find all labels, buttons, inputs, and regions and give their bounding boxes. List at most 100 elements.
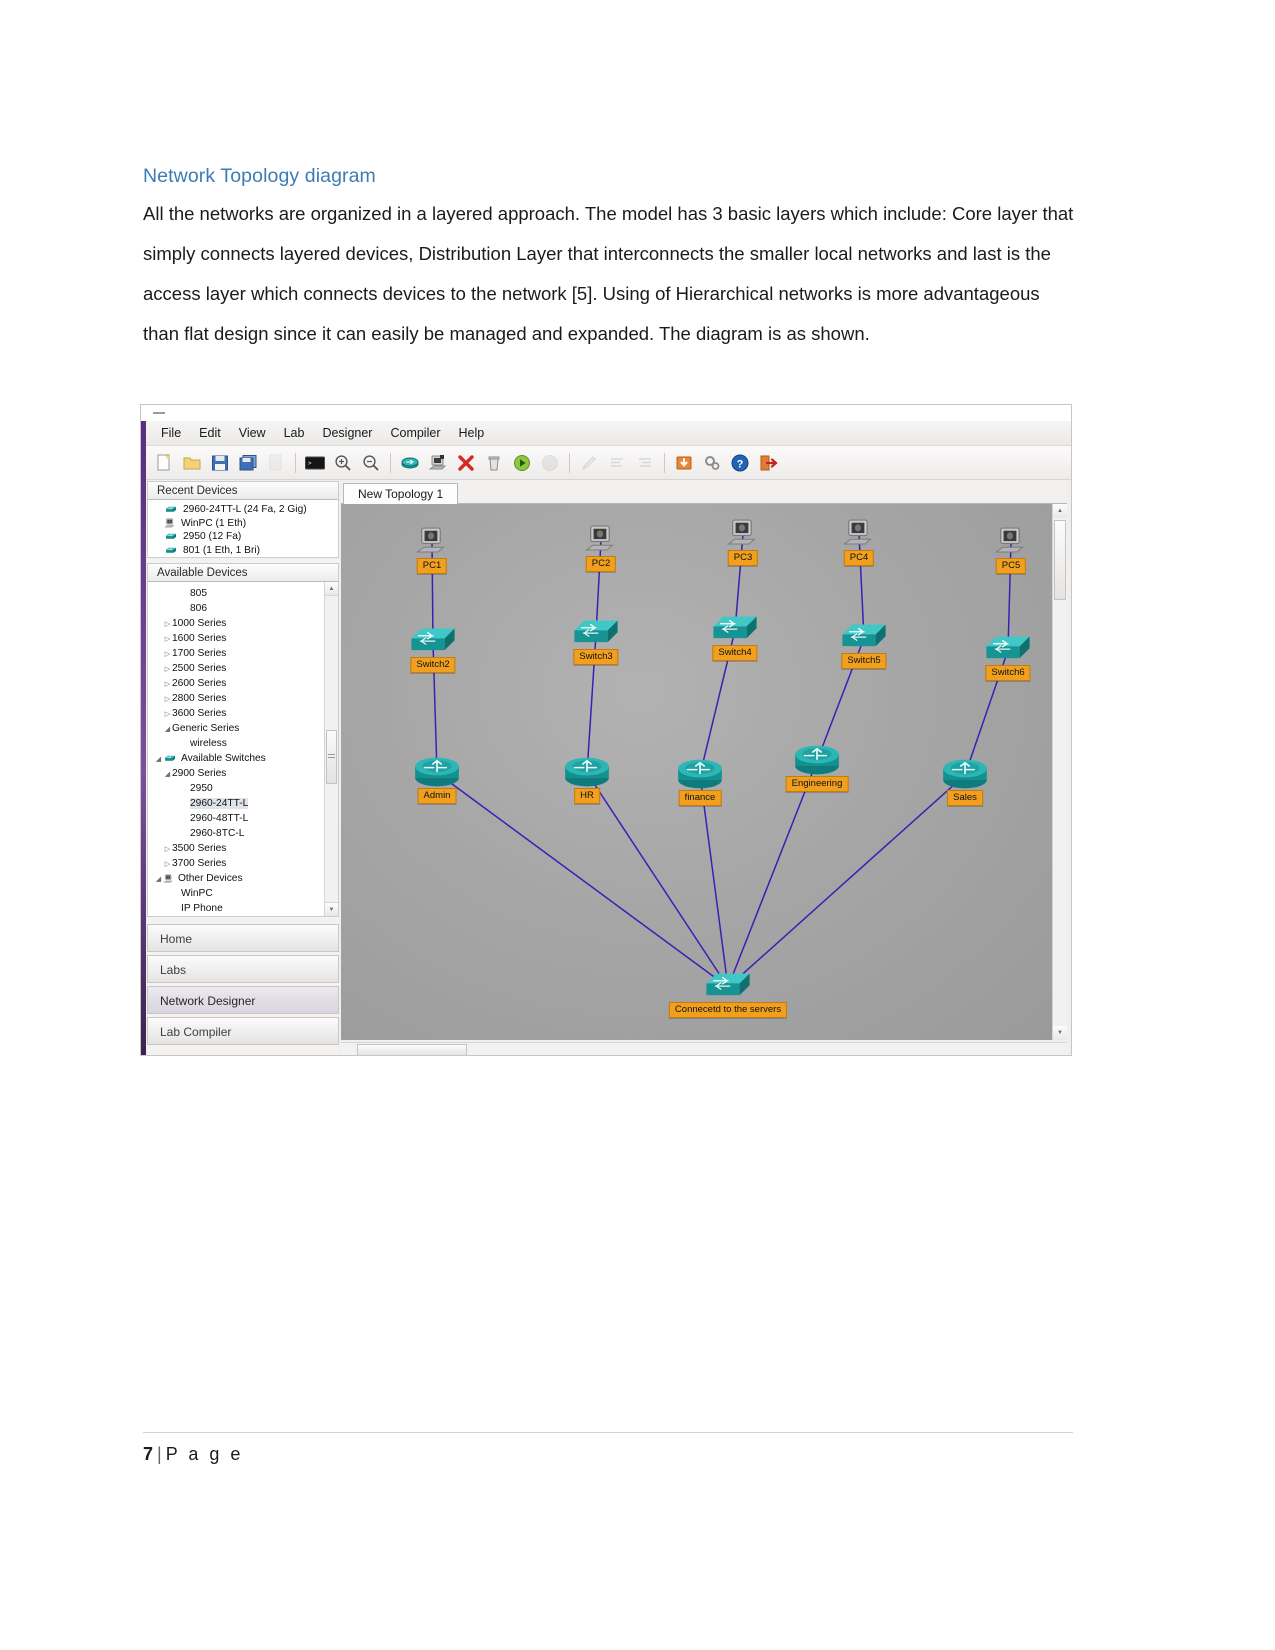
tab-new-topology-1[interactable]: New Topology 1 <box>343 483 459 505</box>
chevron-right-icon[interactable]: ▷ <box>163 680 172 688</box>
tree-item-winpc[interactable]: WinPC <box>148 886 338 901</box>
topology-node-label[interactable]: Switch5 <box>841 653 887 669</box>
chevron-right-icon[interactable]: ▷ <box>163 665 172 673</box>
tree-item-3600-series[interactable]: ▷ 3600 Series <box>148 706 338 721</box>
tree-item-2960-24tt-l[interactable]: 2960-24TT-L <box>148 796 338 811</box>
canvas-scroll-down-icon[interactable]: ▼ <box>1053 1026 1067 1040</box>
canvas-scrollbar-thumb[interactable] <box>1054 520 1066 600</box>
topology-node-label[interactable]: Switch3 <box>573 649 619 665</box>
tree-item-other-devices[interactable]: ◢ Other Devices <box>148 871 338 886</box>
recent-devices-list[interactable]: 2960-24TT-L (24 Fa, 2 Gig) WinPC (1 Eth) 2… <box>147 500 339 558</box>
topology-node-label[interactable]: PC1 <box>416 558 448 574</box>
available-devices-tree[interactable]: 805 806 ▷ 1000 Series ▷ 1600 Series ▷ 1700 Ser… <box>147 582 339 917</box>
delete-icon[interactable] <box>453 450 479 476</box>
topology-node-label[interactable]: Switch4 <box>712 645 758 661</box>
add-router-icon[interactable] <box>397 450 423 476</box>
tree-item-1600-series[interactable]: ▷ 1600 Series <box>148 631 338 646</box>
topology-node-label[interactable]: PC2 <box>585 556 617 572</box>
save-icon[interactable] <box>207 450 233 476</box>
tree-item-2600-series[interactable]: ▷ 2600 Series <box>148 676 338 691</box>
tree-item-2960-48tt-l[interactable]: 2960-48TT-L <box>148 811 338 826</box>
canvas-vertical-scrollbar[interactable]: ▲ ▼ <box>1052 504 1067 1040</box>
tree-item-2960-8tc-l[interactable]: 2960-8TC-L <box>148 826 338 841</box>
chevron-right-icon[interactable]: ▷ <box>163 620 172 628</box>
menu-item-help[interactable]: Help <box>449 424 493 442</box>
chevron-right-icon[interactable]: ▷ <box>163 635 172 643</box>
toolbar: > ? <box>146 446 1071 480</box>
chevron-down-icon[interactable]: ◢ <box>163 770 172 778</box>
chevron-down-icon[interactable]: ◢ <box>154 875 163 883</box>
tree-item-generic-series[interactable]: ◢ Generic Series <box>148 721 338 736</box>
zoom-out-icon[interactable] <box>358 450 384 476</box>
tree-item-wireless[interactable]: wireless <box>148 736 338 751</box>
recent-device-item[interactable]: 801 (1 Eth, 1 Bri) <box>148 544 338 558</box>
tree-item-2900-series[interactable]: ◢ 2900 Series <box>148 766 338 781</box>
menu-item-file[interactable]: File <box>152 424 190 442</box>
canvas-horizontal-scrollbar[interactable] <box>341 1042 1067 1055</box>
topology-node-label[interactable]: Sales <box>947 790 983 806</box>
tree-item-available-switches[interactable]: ◢ Available Switches <box>148 751 338 766</box>
chevron-right-icon[interactable]: ▷ <box>163 710 172 718</box>
run-icon[interactable] <box>509 450 535 476</box>
tree-item-2800-series[interactable]: ▷ 2800 Series <box>148 691 338 706</box>
tree-item-1700-series[interactable]: ▷ 1700 Series <box>148 646 338 661</box>
help-icon[interactable]: ? <box>727 450 753 476</box>
canvas-hscrollbar-thumb[interactable] <box>357 1044 467 1055</box>
chevron-down-icon[interactable]: ◢ <box>163 725 172 733</box>
topology-node-label[interactable]: PC3 <box>727 550 759 566</box>
add-pc-icon[interactable] <box>425 450 451 476</box>
recent-device-item[interactable]: 2960-24TT-L (24 Fa, 2 Gig) <box>148 503 338 517</box>
tree-item-2950[interactable]: 2950 <box>148 781 338 796</box>
tree-item-3500-series[interactable]: ▷ 3500 Series <box>148 841 338 856</box>
sidebar-section-labs[interactable]: Labs <box>147 955 339 983</box>
chevron-right-icon[interactable]: ▷ <box>163 650 172 658</box>
chevron-right-icon[interactable]: ▷ <box>163 845 172 853</box>
menu-item-lab[interactable]: Lab <box>275 424 314 442</box>
topology-node-label[interactable]: Switch2 <box>410 657 456 673</box>
topology-node-label[interactable]: Connecetd to the servers <box>668 1002 788 1018</box>
tree-item-2500-series[interactable]: ▷ 2500 Series <box>148 661 338 676</box>
topology-node-label[interactable]: HR <box>574 788 600 804</box>
new-file-icon[interactable] <box>151 450 177 476</box>
sidebar-section-home[interactable]: Home <box>147 924 339 952</box>
tree-item-805[interactable]: 805 <box>148 586 338 601</box>
topology-node-label[interactable]: PC4 <box>843 550 875 566</box>
tree-item-806[interactable]: 806 <box>148 601 338 616</box>
canvas-scroll-up-icon[interactable]: ▲ <box>1053 504 1067 518</box>
chevron-down-icon[interactable]: ◢ <box>154 755 163 763</box>
tree-item-ip-phone[interactable]: IP Phone <box>148 901 338 916</box>
open-folder-icon[interactable] <box>179 450 205 476</box>
topology-node-label[interactable]: finance <box>678 790 722 806</box>
pc-icon <box>994 526 1028 560</box>
chevron-right-icon[interactable]: ▷ <box>163 695 172 703</box>
tree-item-3700-series[interactable]: ▷ 3700 Series <box>148 856 338 871</box>
sidebar-section-lab-compiler[interactable]: Lab Compiler <box>147 1017 339 1045</box>
topology-node-label[interactable]: Admin <box>417 788 457 804</box>
menu-item-compiler[interactable]: Compiler <box>381 424 449 442</box>
menu-item-edit[interactable]: Edit <box>190 424 230 442</box>
tree-item-1000-series[interactable]: ▷ 1000 Series <box>148 616 338 631</box>
zoom-in-icon[interactable] <box>330 450 356 476</box>
recent-device-item[interactable]: WinPC (1 Eth) <box>148 517 338 531</box>
recent-device-item[interactable]: 2950 (12 Fa) <box>148 530 338 544</box>
topology-node-label[interactable]: Engineering <box>785 776 849 792</box>
import-icon[interactable] <box>671 450 697 476</box>
menu-item-designer[interactable]: Designer <box>313 424 381 442</box>
scroll-down-icon[interactable]: ▼ <box>325 902 338 916</box>
tree-scrollbar[interactable]: ▲ ▼ <box>324 582 338 916</box>
sidebar-section-network-designer[interactable]: Network Designer <box>147 986 339 1014</box>
scrollbar-thumb[interactable] <box>326 730 337 784</box>
topology-node-label[interactable]: PC5 <box>995 558 1027 574</box>
intro-paragraph: All the networks are organized in a laye… <box>143 203 1074 344</box>
menu-item-view[interactable]: View <box>230 424 275 442</box>
settings-gears-icon[interactable] <box>699 450 725 476</box>
save-all-icon[interactable] <box>235 450 261 476</box>
console-icon[interactable]: > <box>302 450 328 476</box>
chevron-right-icon[interactable]: ▷ <box>163 860 172 868</box>
topology-canvas[interactable]: PC1 PC2 PC3 PC4 PC5 Switch2 Switch3 Switch4 Swit… <box>341 504 1053 1040</box>
topology-node-label[interactable]: Switch6 <box>985 665 1031 681</box>
trash-icon[interactable] <box>481 450 507 476</box>
exit-icon[interactable] <box>755 450 781 476</box>
scroll-up-icon[interactable]: ▲ <box>325 582 338 596</box>
